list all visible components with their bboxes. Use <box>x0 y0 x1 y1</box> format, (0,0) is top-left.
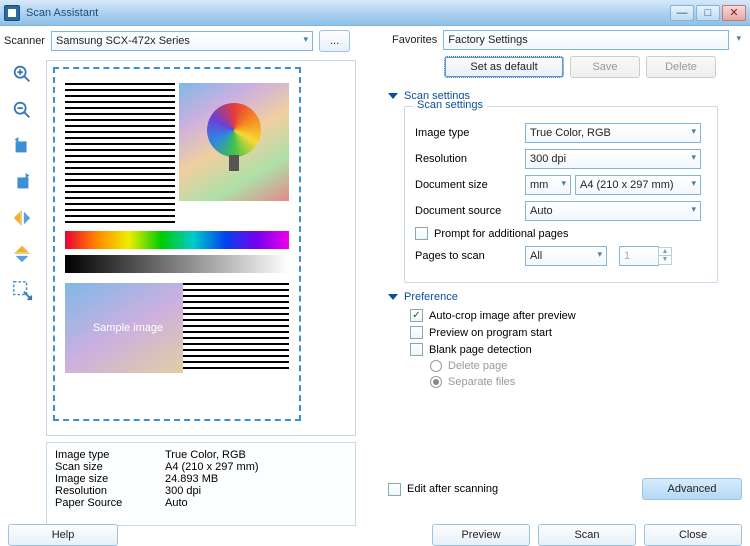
info-scan-size-val: A4 (210 x 297 mm) <box>165 461 259 473</box>
pages-to-scan-select[interactable]: All <box>525 246 607 266</box>
autocrop-checkbox[interactable]: ✓ <box>410 309 423 322</box>
maximize-button[interactable]: □ <box>696 5 720 21</box>
scan-settings-group: Scan settings Image typeTrue Color, RGB … <box>404 106 718 283</box>
info-panel: Image typeTrue Color, RGB Scan sizeA4 (2… <box>46 442 356 526</box>
resolution-label: Resolution <box>415 153 525 165</box>
preview-on-start-checkbox[interactable] <box>410 326 423 339</box>
info-paper-source-key: Paper Source <box>55 497 165 509</box>
crop-marquee[interactable]: Sample image <box>53 67 301 421</box>
rotate-left-button[interactable] <box>8 132 36 160</box>
sample-image: Sample image <box>59 73 295 415</box>
preview-on-start-label: Preview on program start <box>429 327 552 339</box>
pages-spin-up: ▲ <box>658 247 672 256</box>
title-bar: Scan Assistant — □ ✕ <box>0 0 750 26</box>
info-scan-size-key: Scan size <box>55 461 165 473</box>
gray-ramp <box>65 255 289 273</box>
image-type-label: Image type <box>415 127 525 139</box>
preference-group: ✓ Auto-crop image after preview Preview o… <box>410 309 742 388</box>
scanner-select[interactable]: Samsung SCX-472x Series <box>51 31 313 51</box>
pages-count-input <box>619 246 659 266</box>
blank-page-label: Blank page detection <box>429 344 532 356</box>
preview-pane[interactable]: Sample image <box>46 60 356 436</box>
document-source-select[interactable]: Auto <box>525 201 701 221</box>
preference-header[interactable]: Preference <box>388 291 742 303</box>
minimize-button[interactable]: — <box>670 5 694 21</box>
rotate-right-button[interactable] <box>8 168 36 196</box>
collapse-icon <box>388 93 398 99</box>
pages-to-scan-label: Pages to scan <box>415 250 525 262</box>
delete-page-radio <box>430 360 442 372</box>
info-resolution-key: Resolution <box>55 485 165 497</box>
flip-button[interactable] <box>8 240 36 268</box>
edit-after-scanning-label: Edit after scanning <box>407 483 498 495</box>
collapse-icon <box>388 294 398 300</box>
prompt-pages-label: Prompt for additional pages <box>434 228 569 240</box>
info-image-size-val: 24.893 MB <box>165 473 218 485</box>
close-window-button[interactable]: ✕ <box>722 5 746 21</box>
autocrop-label: Auto-crop image after preview <box>429 310 576 322</box>
separate-files-radio <box>430 376 442 388</box>
pages-spin-down: ▼ <box>658 256 672 265</box>
prompt-pages-checkbox[interactable] <box>415 227 428 240</box>
info-image-type-key: Image type <box>55 449 165 461</box>
document-size-select[interactable]: A4 (210 x 297 mm) <box>575 175 701 195</box>
separate-files-label: Separate files <box>448 376 515 388</box>
window-title: Scan Assistant <box>26 7 98 19</box>
document-size-label: Document size <box>415 179 525 191</box>
zoom-in-button[interactable] <box>8 60 36 88</box>
help-button[interactable]: Help <box>8 524 118 546</box>
app-icon <box>4 5 20 21</box>
image-type-select[interactable]: True Color, RGB <box>525 123 701 143</box>
resolution-select[interactable]: 300 dpi <box>525 149 701 169</box>
info-image-type-val: True Color, RGB <box>165 449 246 461</box>
scan-button[interactable]: Scan <box>538 524 636 546</box>
close-button[interactable]: Close <box>644 524 742 546</box>
advanced-button[interactable]: Advanced <box>642 478 742 500</box>
document-source-label: Document source <box>415 205 525 217</box>
document-size-unit-select[interactable]: mm <box>525 175 571 195</box>
mirror-button[interactable] <box>8 204 36 232</box>
info-paper-source-val: Auto <box>165 497 188 509</box>
preview-button[interactable]: Preview <box>432 524 530 546</box>
tool-column <box>6 60 38 304</box>
browse-scanner-button[interactable]: ... <box>319 30 350 52</box>
delete-page-label: Delete page <box>448 360 507 372</box>
zoom-out-button[interactable] <box>8 96 36 124</box>
info-image-size-key: Image size <box>55 473 165 485</box>
info-resolution-val: 300 dpi <box>165 485 201 497</box>
balloon-image <box>179 83 289 201</box>
scanner-label: Scanner <box>4 35 45 47</box>
edit-after-scanning-checkbox[interactable] <box>388 483 401 496</box>
blank-page-checkbox[interactable] <box>410 343 423 356</box>
scan-settings-legend: Scan settings <box>413 99 487 111</box>
color-bar <box>65 231 289 249</box>
marquee-button[interactable] <box>8 276 36 304</box>
sample-image-label: Sample image <box>65 283 191 373</box>
